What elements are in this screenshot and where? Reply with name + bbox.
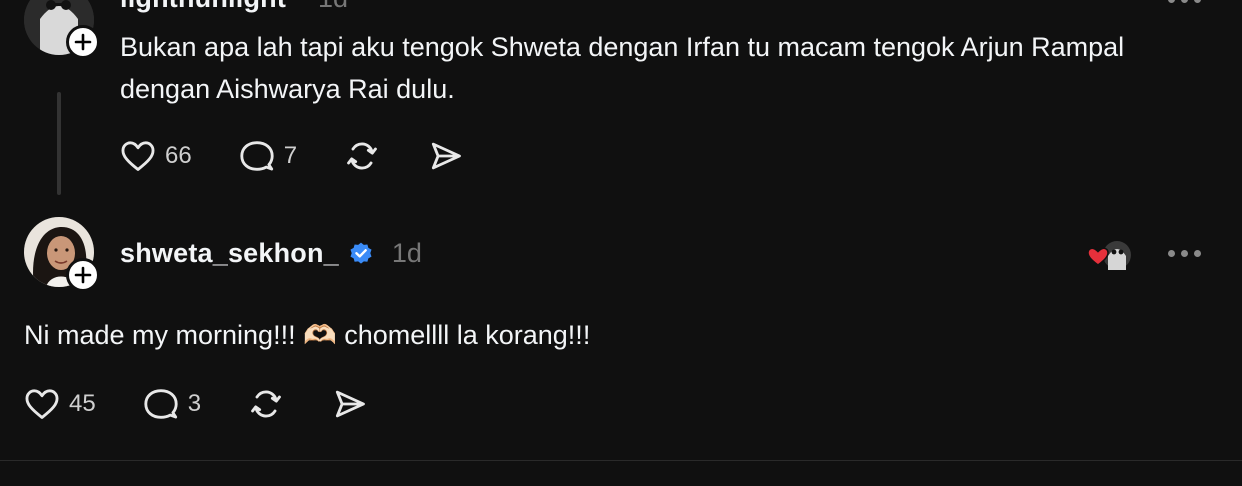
liked-by-author-indicator <box>1086 240 1134 270</box>
username-lighthunlight[interactable]: lighthunlight <box>120 0 286 14</box>
username-shweta-sekhon[interactable]: shweta_sekhon_ <box>120 238 339 269</box>
heart-icon <box>25 389 59 419</box>
reply-icon <box>144 389 178 419</box>
like-button[interactable]: 45 <box>23 385 96 423</box>
follow-plus-icon[interactable] <box>66 25 100 59</box>
like-button[interactable]: 66 <box>119 137 192 175</box>
repost-button[interactable] <box>343 137 381 175</box>
repost-button[interactable] <box>247 385 285 423</box>
verified-badge-icon <box>350 242 372 264</box>
share-button[interactable] <box>427 137 465 175</box>
post-actions: 45 3 <box>23 385 369 423</box>
reply-button[interactable]: 7 <box>238 137 297 175</box>
post-divider <box>0 460 1242 461</box>
reply-count: 7 <box>283 142 298 169</box>
repost-icon <box>251 390 281 418</box>
post-actions: 66 7 <box>119 137 465 175</box>
post-time: 1d <box>391 238 422 268</box>
like-count: 45 <box>69 390 96 417</box>
post-time: 1d <box>318 0 348 14</box>
reply-count: 3 <box>187 390 202 417</box>
like-count: 66 <box>165 142 192 169</box>
thread-line <box>57 92 61 195</box>
more-icon[interactable] <box>1168 0 1201 3</box>
reply-button[interactable]: 3 <box>142 385 201 423</box>
post-text: Bukan apa lah tapi aku tengok Shweta den… <box>120 32 1125 104</box>
repost-icon <box>347 142 377 170</box>
share-icon <box>335 390 365 418</box>
liked-by-avatar-icon <box>1087 241 1131 270</box>
post-header: shweta_sekhon_ 1d <box>120 238 422 269</box>
reply-icon <box>240 141 274 171</box>
more-icon[interactable] <box>1168 250 1201 257</box>
post-text: Ni made my morning!!! 🫶🏻 chomellll la ko… <box>24 320 591 350</box>
heart-icon <box>121 141 155 171</box>
follow-plus-icon[interactable] <box>66 258 100 292</box>
share-icon <box>431 142 461 170</box>
share-button[interactable] <box>331 385 369 423</box>
